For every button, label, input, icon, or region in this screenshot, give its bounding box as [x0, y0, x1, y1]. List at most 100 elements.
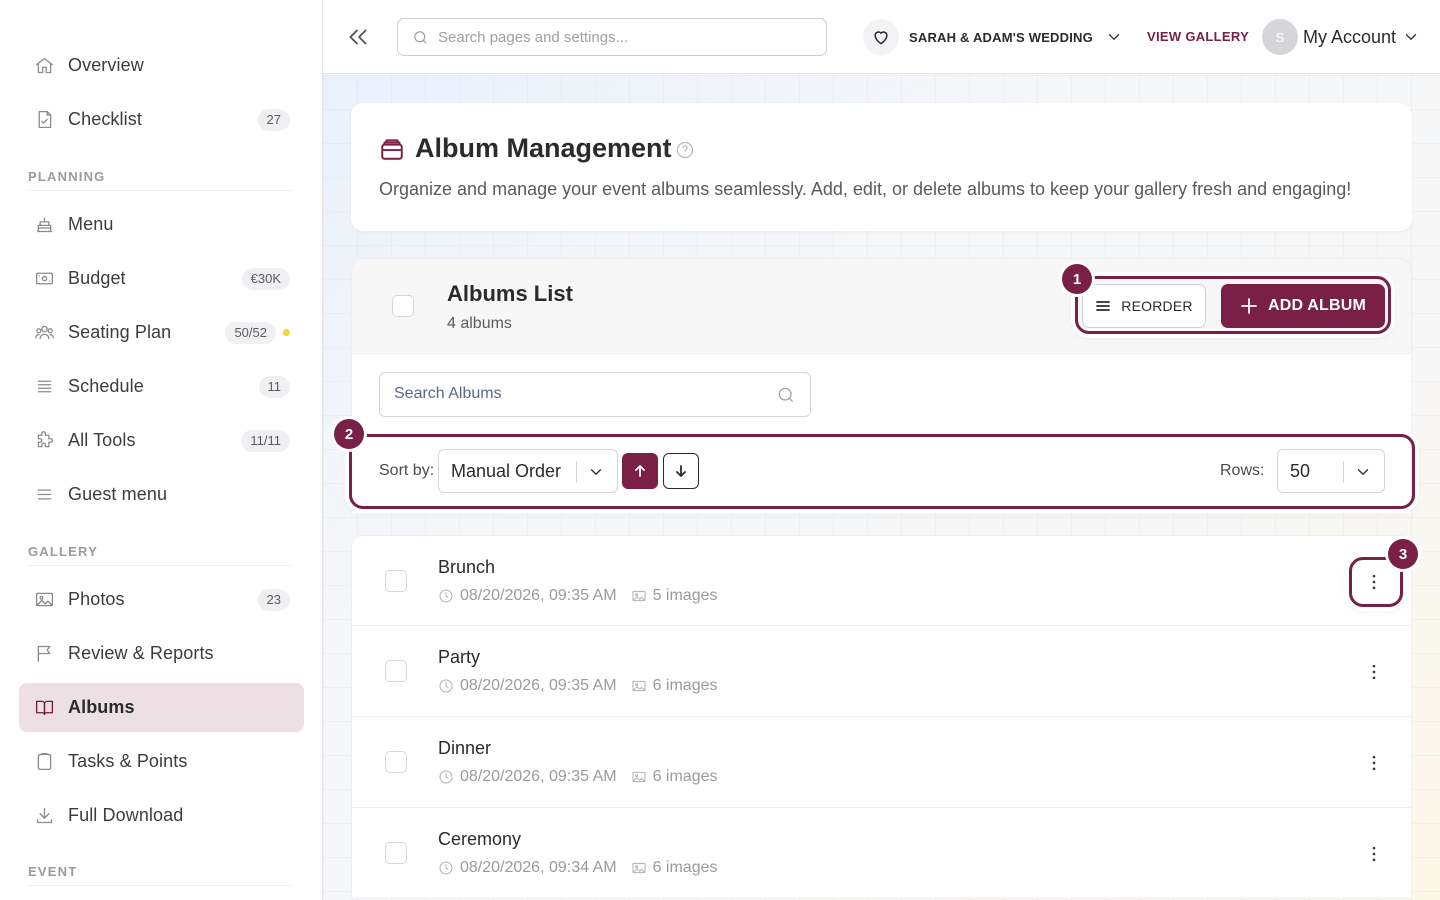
album-meta: 08/20/2026, 09:35 AM 6 images	[438, 677, 718, 695]
album-row[interactable]: Ceremony 08/20/2026, 09:34 AM 6 images	[351, 808, 1412, 899]
sidebar-item-budget[interactable]: Budget €30K	[19, 254, 304, 303]
album-meta: 08/20/2026, 09:35 AM 5 images	[438, 587, 718, 605]
heart-icon	[863, 19, 899, 55]
sort-select[interactable]: Manual Order	[438, 449, 618, 493]
rows-per-page-select[interactable]: 50	[1277, 449, 1385, 493]
account-label: My Account	[1303, 26, 1397, 47]
sidebar-item-label: Menu	[68, 214, 114, 234]
more-vertical-icon	[1372, 755, 1376, 771]
event-selector[interactable]: SARAH & ADAM'S WEDDING	[863, 18, 1123, 56]
clock-icon	[439, 589, 453, 603]
page-title: Album Management	[415, 133, 672, 163]
sidebar-item-seating-plan[interactable]: Seating Plan 50/52	[19, 308, 304, 357]
banknote-icon	[33, 268, 55, 290]
sidebar-item-label: Schedule	[68, 376, 144, 396]
chevron-down-icon	[1405, 34, 1417, 40]
divider	[28, 565, 294, 566]
rows-label: Rows:	[1220, 462, 1265, 479]
page-description: Organize and manage your event albums se…	[379, 179, 1352, 199]
album-row[interactable]: Party 08/20/2026, 09:35 AM 6 images	[351, 626, 1412, 717]
collapse-sidebar-button[interactable]	[345, 24, 371, 50]
users-icon	[33, 322, 55, 344]
amount-badge: €30K	[241, 267, 290, 290]
sidebar-item-label: Guest menu	[68, 484, 168, 504]
clock-icon	[439, 679, 453, 693]
reorder-button[interactable]: REORDER	[1082, 284, 1206, 328]
select-all-checkbox[interactable]	[392, 295, 414, 317]
menu-lines-icon	[1096, 301, 1111, 311]
divider	[28, 885, 294, 886]
rows-value: 50	[1290, 461, 1311, 481]
divider	[576, 461, 577, 483]
album-name: Dinner	[438, 738, 492, 758]
step-marker-2: 2	[334, 419, 364, 449]
search-icon	[778, 387, 794, 403]
home-icon	[33, 55, 55, 77]
global-search-field[interactable]	[397, 18, 827, 56]
arrow-up-icon	[635, 465, 645, 477]
status-dot	[283, 329, 290, 336]
album-date: 08/20/2026, 09:35 AM	[460, 768, 617, 785]
sort-descending-button[interactable]	[663, 453, 699, 489]
album-image-count: 5 images	[652, 587, 718, 604]
section-title-planning: PLANNING	[28, 169, 106, 184]
avatar: S	[1262, 19, 1298, 55]
sidebar-item-overview[interactable]: Overview	[19, 41, 304, 90]
puzzle-icon	[33, 430, 55, 452]
album-date: 08/20/2026, 09:35 AM	[460, 587, 617, 604]
search-icon	[414, 31, 427, 44]
count-badge: 27	[257, 108, 290, 131]
album-actions-button[interactable]	[1362, 751, 1386, 775]
album-row[interactable]: Dinner 08/20/2026, 09:35 AM 6 images	[351, 717, 1412, 808]
sidebar-item-checklist[interactable]: Checklist 27	[19, 95, 304, 144]
sidebar-item-label: Photos	[68, 589, 125, 609]
image-icon	[632, 771, 646, 783]
sort-ascending-button[interactable]	[622, 453, 658, 489]
sidebar-item-tasks-points[interactable]: Tasks & Points	[19, 737, 304, 786]
album-name: Ceremony	[438, 829, 522, 849]
help-icon[interactable]	[675, 140, 695, 160]
arrow-down-icon	[676, 465, 686, 477]
global-search-input[interactable]	[438, 19, 818, 55]
cake-icon	[33, 214, 55, 236]
sidebar-item-label: Seating Plan	[68, 322, 172, 342]
clipboard-icon	[33, 751, 55, 773]
albums-search-field[interactable]	[379, 372, 811, 417]
sidebar-item-schedule[interactable]: Schedule 11	[19, 362, 304, 411]
sidebar-item-all-tools[interactable]: All Tools 11/11	[19, 416, 304, 465]
album-row-checkbox[interactable]	[385, 660, 407, 682]
page-header-card: Album Management Organize and manage you…	[351, 103, 1412, 231]
album-row-checkbox[interactable]	[385, 842, 407, 864]
sidebar-item-photos[interactable]: Photos 23	[19, 575, 304, 624]
add-album-button[interactable]: ADD ALBUM	[1221, 284, 1385, 328]
sidebar-item-label: Review & Reports	[68, 643, 214, 663]
divider	[1343, 461, 1344, 483]
count-badge: 11/11	[241, 429, 290, 452]
sidebar-item-label: Albums	[68, 697, 135, 717]
flag-icon	[33, 643, 55, 665]
album-row[interactable]: Brunch 08/20/2026, 09:35 AM 5 images	[351, 535, 1412, 626]
sidebar-item-review-reports[interactable]: Review & Reports	[19, 629, 304, 678]
sidebar-item-albums[interactable]: Albums	[19, 683, 304, 732]
count-badge: 23	[257, 588, 290, 611]
albums-search-input[interactable]	[394, 373, 764, 415]
album-icon	[379, 136, 405, 162]
album-row-checkbox[interactable]	[385, 570, 407, 592]
more-vertical-icon	[1372, 846, 1376, 862]
album-actions-button[interactable]	[1362, 660, 1386, 684]
sidebar-item-label: Checklist	[68, 109, 142, 129]
sidebar-item-menu[interactable]: Menu	[19, 200, 304, 249]
album-date: 08/20/2026, 09:34 AM	[460, 859, 617, 876]
album-image-count: 6 images	[652, 768, 718, 785]
menu-icon	[33, 484, 55, 506]
view-gallery-link[interactable]: VIEW GALLERY	[1147, 29, 1249, 44]
account-menu[interactable]: S My Account	[1262, 19, 1420, 55]
sidebar-item-full-download[interactable]: Full Download	[19, 791, 304, 840]
sidebar-item-guest-menu[interactable]: Guest menu	[19, 470, 304, 519]
count-badge: 50/52	[225, 321, 276, 344]
chevrons-left-icon	[349, 29, 367, 45]
album-actions-button[interactable]	[1362, 842, 1386, 866]
sidebar-item-label: Full Download	[68, 805, 184, 825]
sidebar-item-label: Overview	[68, 55, 144, 75]
album-row-checkbox[interactable]	[385, 751, 407, 773]
